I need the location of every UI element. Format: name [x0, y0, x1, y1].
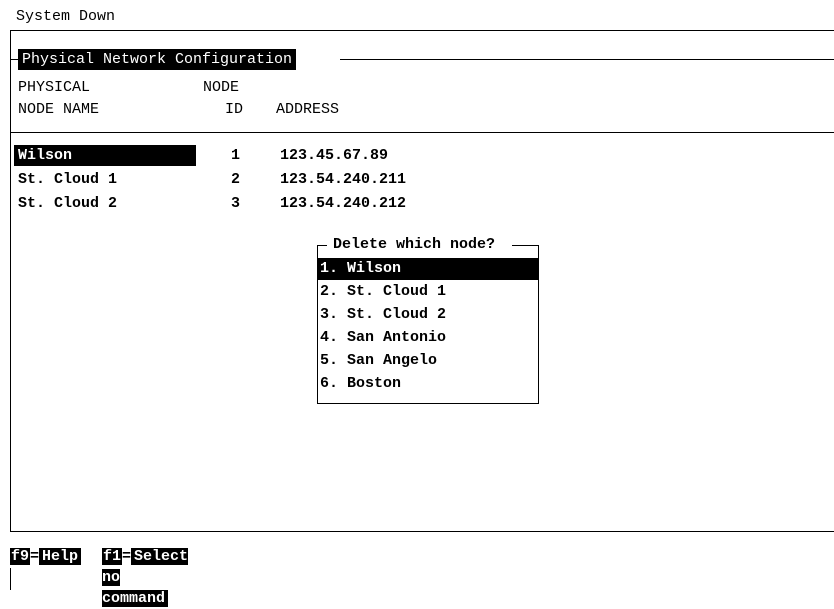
- window-title: Physical Network Configuration: [18, 49, 297, 70]
- menu-item-san-antonio[interactable]: 4. San Antonio: [318, 327, 539, 349]
- node-address-cell: 123.54.240.211: [280, 171, 407, 188]
- header-node: NODE: [203, 79, 240, 96]
- menu-item-wilson[interactable]: 1. Wilson: [318, 258, 539, 280]
- key-label: Help: [39, 548, 82, 565]
- menu-item-boston[interactable]: 6. Boston: [318, 373, 539, 395]
- node-address-cell: 123.54.240.212: [280, 195, 407, 212]
- node-id-cell: 1: [231, 147, 241, 164]
- node-address-cell: 123.45.67.89: [280, 147, 389, 164]
- node-name-cell: Wilson: [14, 145, 196, 166]
- menu-item-st-cloud-1[interactable]: 2. St. Cloud 1: [318, 281, 539, 303]
- table-row[interactable]: Wilson 1 123.45.67.89: [14, 145, 574, 167]
- status-line: System Down: [16, 8, 116, 25]
- menu-border-right: [512, 245, 538, 246]
- node-name-cell: St. Cloud 1: [18, 171, 118, 188]
- header-id: ID: [225, 101, 244, 118]
- screen-border: [10, 568, 11, 590]
- menu-item-san-angelo[interactable]: 5. San Angelo: [318, 350, 539, 372]
- table-row[interactable]: St. Cloud 2 3 123.54.240.212: [14, 193, 574, 215]
- node-id-cell: 2: [231, 171, 241, 188]
- header-physical: PHYSICAL: [18, 79, 91, 96]
- key-code: f9: [10, 548, 31, 565]
- select-no-command-key[interactable]: f1= Select no command: [102, 546, 189, 607]
- help-key[interactable]: f9= Help: [10, 546, 82, 567]
- header-node-name: NODE NAME: [18, 101, 100, 118]
- menu-title: Delete which node?: [331, 236, 498, 253]
- title-border-left: [10, 59, 18, 60]
- header-address: ADDRESS: [276, 101, 340, 118]
- header-divider: [10, 132, 834, 133]
- menu-border-left: [317, 245, 327, 246]
- node-id-cell: 3: [231, 195, 241, 212]
- title-border-right: [340, 59, 834, 60]
- node-name-cell: St. Cloud 2: [18, 195, 118, 212]
- menu-item-st-cloud-2[interactable]: 3. St. Cloud 2: [318, 304, 539, 326]
- key-code: f1: [102, 548, 123, 565]
- table-row[interactable]: St. Cloud 1 2 123.54.240.211: [14, 169, 574, 191]
